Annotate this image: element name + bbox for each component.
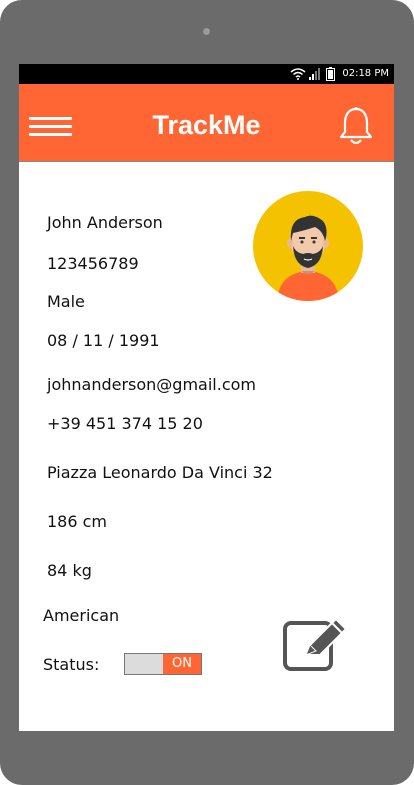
profile-name: John Anderson: [47, 213, 163, 232]
status-time: 02:18 PM: [342, 68, 389, 79]
profile-birth-date: 08 / 11 / 1991: [47, 331, 160, 350]
avatar: [253, 191, 363, 301]
battery-icon: [326, 67, 335, 81]
status-bar: 02:18 PM: [19, 64, 394, 84]
camera-dot: [203, 28, 210, 35]
profile-email: johnanderson@gmail.com: [47, 375, 256, 394]
profile-nationality: American: [43, 606, 120, 625]
profile-height: 186 cm: [47, 512, 108, 531]
phone-screen: 02:18 PM TrackMe John Anderson 123456789…: [19, 64, 394, 731]
status-label: Status:: [43, 655, 100, 674]
profile-weight: 84 kg: [47, 561, 92, 580]
edit-icon[interactable]: [282, 617, 350, 673]
profile-address: Piazza Leonardo Da Vinci 32: [47, 463, 273, 482]
bell-icon[interactable]: [337, 106, 375, 146]
app-header: TrackMe: [19, 84, 394, 162]
status-toggle[interactable]: ON: [124, 653, 202, 675]
signal-icon: [309, 68, 320, 80]
profile-id-number: 123456789: [47, 254, 139, 273]
profile-gender: Male: [47, 292, 85, 311]
profile-phone: +39 451 374 15 20: [47, 414, 203, 433]
device-frame: 02:18 PM TrackMe John Anderson 123456789…: [0, 0, 414, 785]
status-toggle-on-label: ON: [163, 654, 201, 674]
wifi-icon: [290, 68, 306, 80]
